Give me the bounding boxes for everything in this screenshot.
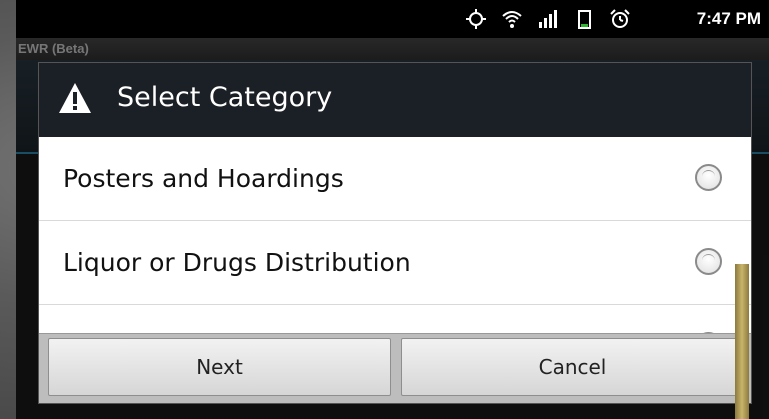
category-list[interactable]: Posters and Hoardings Liquor or Drugs Di… [39,137,751,333]
radio-button[interactable] [695,248,722,275]
device-side-rail [735,264,749,419]
battery-icon [578,10,591,29]
cancel-button[interactable]: Cancel [401,338,744,396]
radio-button[interactable] [695,164,722,191]
device-screen: 7:47 PM EWR (Beta) Select Category Poste… [16,0,769,419]
warning-icon [59,83,91,113]
list-item[interactable]: Liquor or Drugs Distribution [39,221,751,305]
list-item-label: Posters and Hoardings [63,164,344,193]
status-bar: 7:47 PM [16,0,769,38]
alarm-icon [610,9,630,28]
dialog-title: Select Category [117,82,333,113]
wifi-icon [502,11,522,28]
status-icons [465,8,631,30]
select-category-dialog: Select Category Posters and Hoardings Li… [38,62,752,404]
signal-icon [539,10,557,28]
list-item-label: Liquor or Drugs Distribution [63,248,411,277]
gps-icon [466,9,486,29]
status-time: 7:47 PM [696,9,761,28]
list-item[interactable]: Posters and Hoardings [39,137,751,221]
dialog-header: Select Category [39,63,751,137]
dialog-button-bar: Next Cancel [39,333,751,403]
list-item[interactable] [39,305,751,333]
next-button[interactable]: Next [48,338,391,396]
